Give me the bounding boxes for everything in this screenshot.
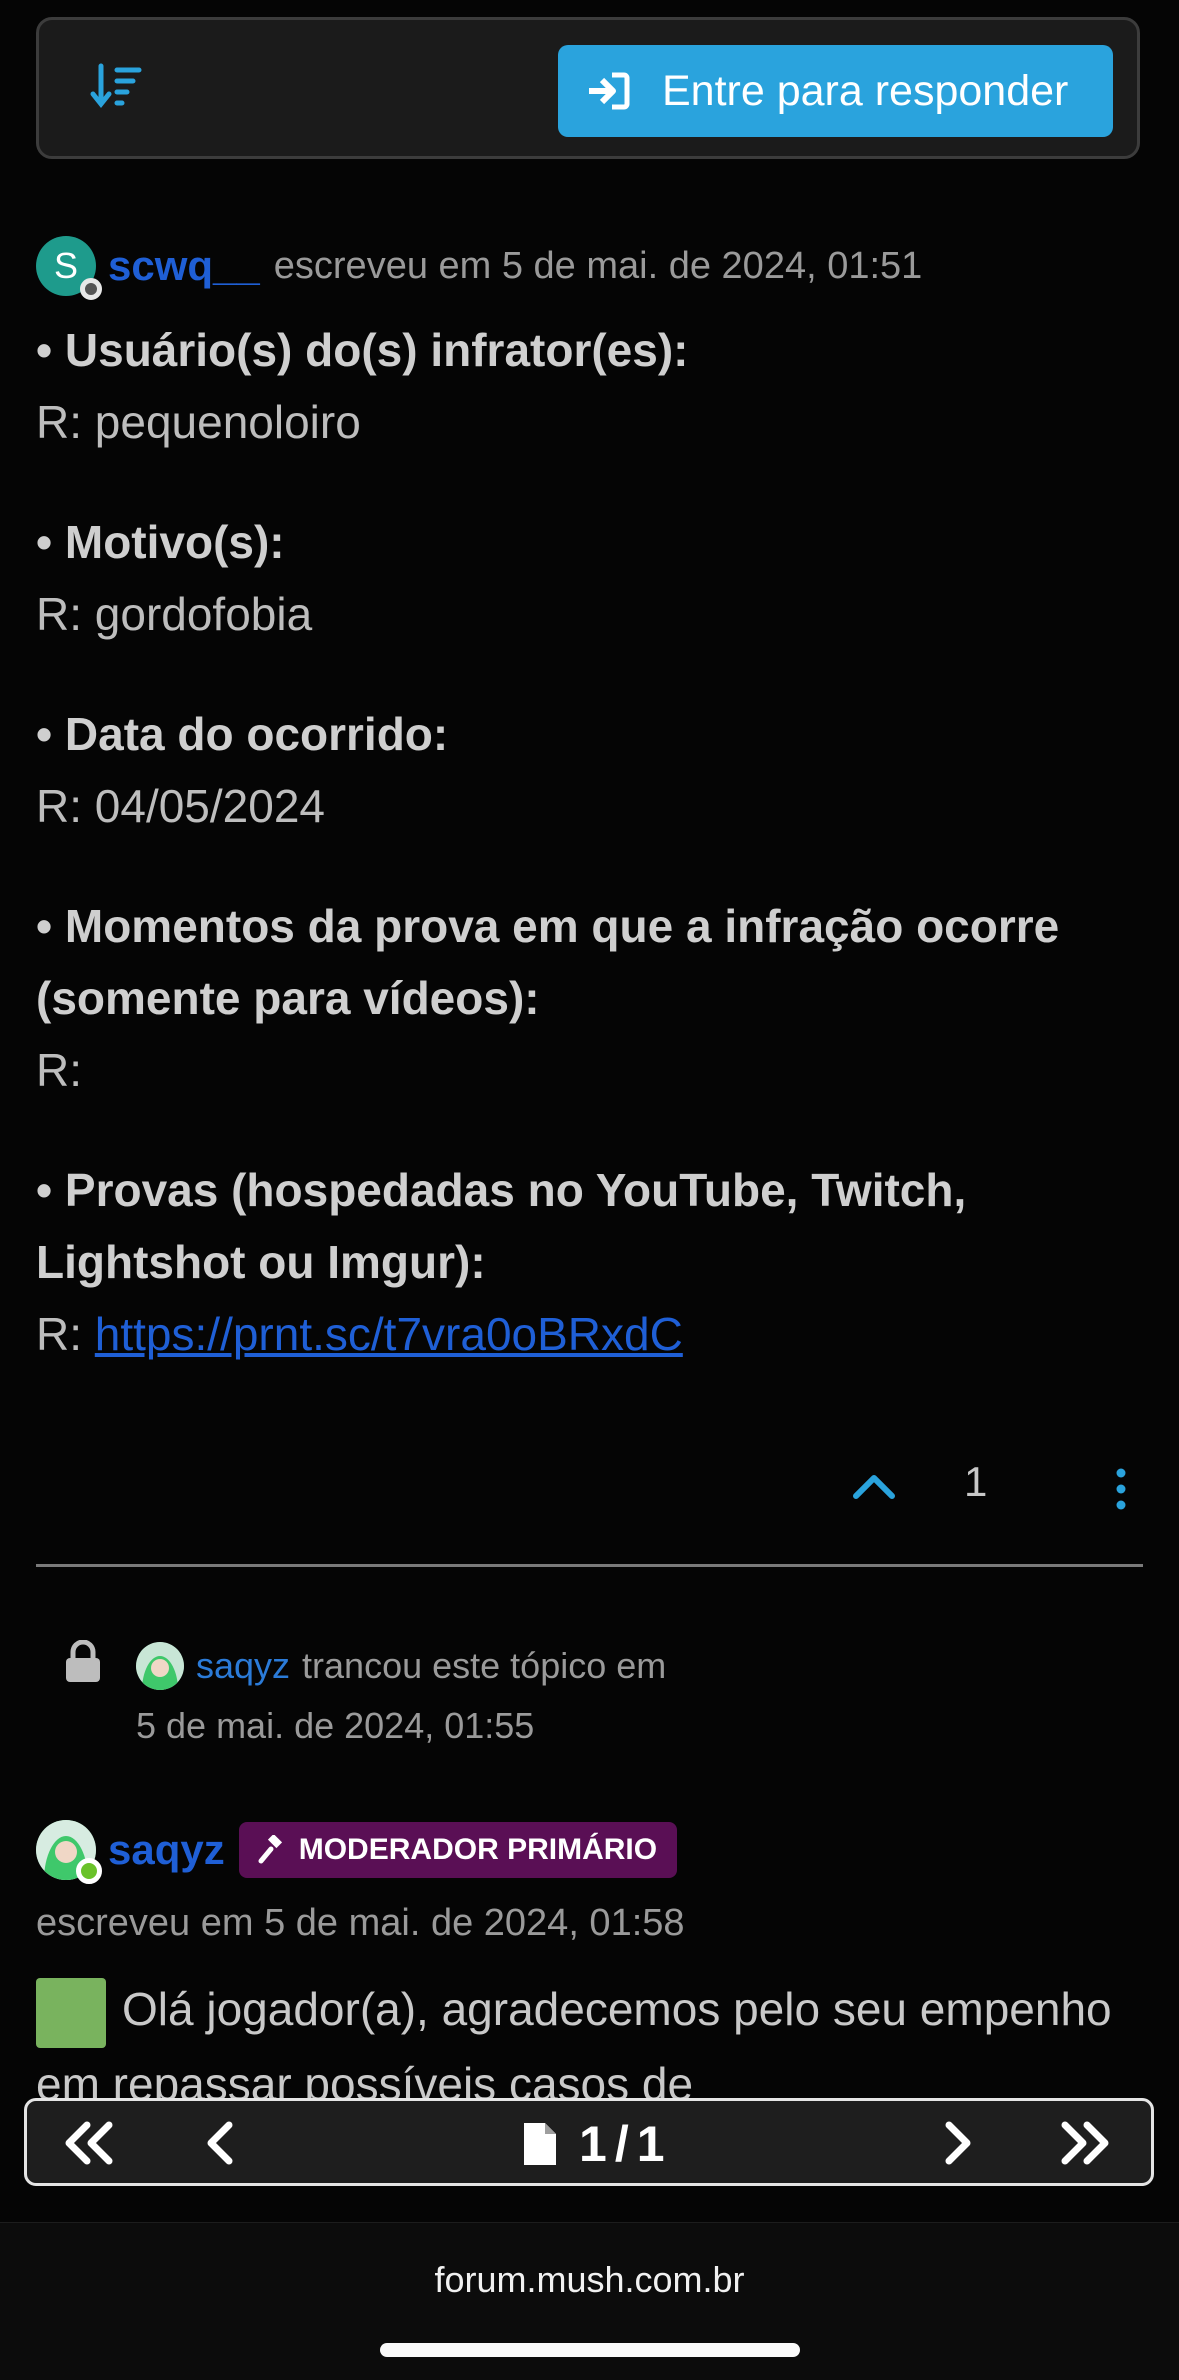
moderator-badge: MODERADOR PRIMÁRIO — [238, 1822, 678, 1878]
badge-label: MODERADOR PRIMÁRIO — [298, 1833, 658, 1866]
post-actions: 1 — [36, 1450, 1140, 1530]
first-page-icon[interactable] — [61, 2115, 117, 2171]
post-divider — [36, 1564, 1143, 1567]
pagination-bar: 1 / 1 — [24, 2098, 1154, 2186]
online-status-icon — [76, 1858, 102, 1884]
total-pages: 1 — [636, 2116, 665, 2172]
page-url[interactable]: forum.mush.com.br — [0, 2259, 1179, 2301]
post-body: • Usuário(s) do(s) infrator(es): R: pequ… — [36, 314, 1146, 1370]
post-text: Olá jogador(a), agradecemos pelo seu emp… — [36, 1983, 1112, 2110]
question-label: • Data do ocorrido: — [36, 708, 449, 760]
reply-button-label: Entre para responder — [662, 66, 1069, 115]
lock-date: 5 de mai. de 2024, 01:55 — [136, 1705, 535, 1746]
last-page-icon[interactable] — [1057, 2115, 1113, 2171]
post-author[interactable]: saqyz — [108, 1826, 225, 1874]
question-label: • Motivo(s): — [36, 516, 285, 568]
post-header: saqyz MODERADOR PRIMÁRIO — [36, 1820, 1146, 1884]
avatar[interactable]: S — [36, 236, 102, 300]
avatar[interactable] — [136, 1642, 184, 1690]
browser-address-bar: forum.mush.com.br — [0, 2222, 1179, 2380]
answer-text: R: — [36, 1044, 82, 1096]
file-icon — [524, 2123, 556, 2165]
post-2: saqyz MODERADOR PRIMÁRIO escreveu em 5 d… — [36, 1820, 1146, 2120]
sort-descending-icon — [90, 63, 142, 109]
question-label: • Provas (hospedadas no YouTube, Twitch,… — [36, 1164, 967, 1288]
answer-text: R: pequenoloiro — [36, 396, 361, 448]
topic-toolbar: Entre para responder — [36, 17, 1140, 159]
gavel-icon — [258, 1835, 282, 1864]
upvote-icon[interactable] — [852, 1470, 896, 1500]
evidence-link[interactable]: https://prnt.sc/t7vra0oBRxdC — [95, 1308, 683, 1360]
sort-button[interactable] — [89, 62, 145, 112]
current-page: 1 — [579, 2116, 607, 2172]
vote-count: 1 — [964, 1458, 988, 1505]
post-1: S scwq__ escreveu em 5 de mai. de 2024, … — [36, 236, 1146, 1370]
lock-icon — [66, 1640, 100, 1682]
question-label: • Usuário(s) do(s) infrator(es): — [36, 324, 689, 376]
post-timestamp: escreveu em 5 de mai. de 2024, 01:58 — [36, 1902, 685, 1944]
answer-prefix: R: — [36, 1308, 95, 1360]
previous-page-icon[interactable] — [199, 2115, 239, 2171]
page-indicator: 1 / 1 — [521, 2115, 665, 2173]
post-author[interactable]: scwq__ — [108, 242, 260, 290]
user-avatar-icon — [136, 1642, 184, 1690]
question-label: • Momentos da prova em que a infração oc… — [36, 900, 1060, 1024]
post-header: S scwq__ escreveu em 5 de mai. de 2024, … — [36, 236, 1146, 300]
sign-in-icon — [589, 72, 630, 110]
answer-text: R: 04/05/2024 — [36, 780, 326, 832]
next-page-icon[interactable] — [939, 2115, 979, 2171]
answer-text: R: https://prnt.sc/t7vra0oBRxdC — [36, 1298, 1146, 1370]
login-to-reply-button[interactable]: Entre para responder — [558, 45, 1113, 137]
offline-status-icon — [80, 278, 102, 300]
more-options-icon[interactable] — [1116, 1468, 1126, 1510]
lock-author[interactable]: saqyz — [196, 1636, 290, 1696]
avatar-letter: S — [53, 245, 78, 286]
home-indicator[interactable] — [380, 2343, 800, 2357]
avatar[interactable] — [36, 1820, 102, 1884]
green-square-emoji — [36, 1977, 106, 2048]
answer-text: R: gordofobia — [36, 588, 313, 640]
page-separator: / — [614, 2116, 629, 2172]
post-timestamp: escreveu em 5 de mai. de 2024, 01:51 — [273, 244, 923, 287]
lock-text: trancou este tópico em — [302, 1645, 667, 1686]
